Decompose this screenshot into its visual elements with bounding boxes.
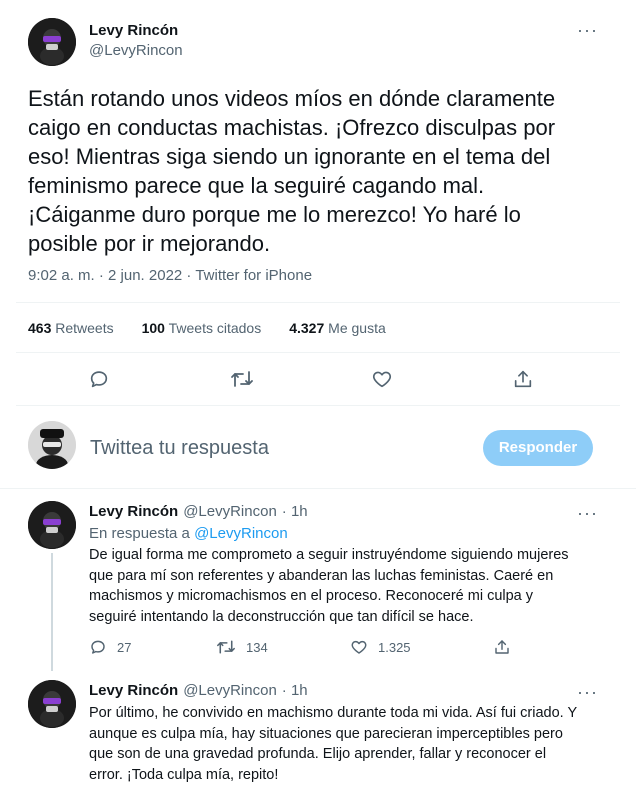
- retweets-label: Retweets: [55, 320, 114, 336]
- retweet-icon[interactable]: [230, 368, 254, 390]
- author-avatar[interactable]: [28, 18, 76, 66]
- reply-author-name[interactable]: Levy Rincón: [89, 503, 178, 520]
- reply-text-line: machismos y micromachismos en el proceso…: [89, 588, 534, 604]
- user-avatar[interactable]: [28, 421, 76, 469]
- tweet-text-line: Están rotando unos videos míos en dónde …: [28, 86, 556, 111]
- share-icon[interactable]: [493, 637, 511, 657]
- reply-count: 27: [117, 639, 132, 655]
- tweet-text-line: ¡Cáiganme duro porque me lo merezco! Yo …: [28, 202, 521, 227]
- quotes-count: 100: [141, 320, 165, 336]
- share-icon[interactable]: [512, 367, 534, 391]
- reply-text-line: aunque es culpa mía, hay situaciones que…: [89, 725, 563, 742]
- reply-header: Levy Rincón @LevyRincon · 1h: [89, 503, 308, 520]
- quotes-label: Tweets citados: [168, 320, 262, 336]
- in-reply-to: En respuesta a @LevyRincon: [89, 525, 288, 542]
- reply-author-name[interactable]: Levy Rincón: [89, 682, 178, 699]
- in-reply-to-handle[interactable]: @LevyRincon: [194, 525, 288, 542]
- reply-text-line: seguiré intentando la deconstrucción que…: [89, 608, 474, 625]
- tweet-text-line: feminismo parece que la seguiré cagando …: [28, 173, 485, 198]
- thread-line: [51, 553, 53, 671]
- tweet-text-line: eso! Mientras siga siendo un ignorante e…: [28, 144, 551, 169]
- likes-stat[interactable]: 4.327 Me gusta: [289, 320, 386, 336]
- reply-text-line: error. ¡Toda culpa mía, repito!: [89, 766, 279, 783]
- reply-text-line: que son de una gravedad profunda. Elijo …: [89, 746, 547, 762]
- reply-icon[interactable]: [88, 368, 110, 390]
- author-handle[interactable]: @LevyRincon: [89, 42, 183, 59]
- author-name[interactable]: Levy Rincón: [89, 22, 178, 39]
- reply-header: Levy Rincón @LevyRincon · 1h: [89, 682, 308, 699]
- reply-time[interactable]: · 1h: [282, 682, 308, 699]
- retweet-icon: [216, 638, 236, 656]
- reply-submit-button[interactable]: Responder: [483, 430, 593, 466]
- divider: [16, 352, 620, 353]
- divider: [16, 302, 620, 303]
- likes-label: Me gusta: [328, 320, 386, 336]
- reply-time[interactable]: · 1h: [282, 503, 308, 520]
- tweet-text-line: caigo en conductas machistas. ¡Ofrezco d…: [28, 115, 556, 140]
- reply-input[interactable]: [90, 433, 450, 463]
- divider: [16, 405, 620, 406]
- reply-text: De igual forma me comprometo a seguir in…: [89, 545, 619, 627]
- like-count: 1.325: [378, 639, 411, 655]
- retweet-action[interactable]: 134: [216, 638, 268, 656]
- divider: [0, 488, 636, 489]
- reply-author-avatar[interactable]: [28, 680, 76, 728]
- more-options-icon[interactable]: ···: [577, 504, 598, 522]
- tweet-text-line: posible por ir mejorando.: [28, 231, 271, 256]
- like-action[interactable]: 1.325: [350, 638, 411, 656]
- reply-icon: [89, 638, 107, 656]
- tweet-meta[interactable]: 9:02 a. m. · 2 jun. 2022 · Twitter for i…: [28, 267, 312, 284]
- retweets-count: 463: [28, 320, 52, 336]
- likes-count: 4.327: [289, 320, 325, 336]
- reply-text-line: Por último, he convivido en machismo dur…: [89, 705, 578, 721]
- like-icon[interactable]: [371, 368, 393, 390]
- in-reply-to-prefix: En respuesta a: [89, 525, 190, 542]
- reply-author-avatar[interactable]: [28, 501, 76, 549]
- reply-text-line: De igual forma me comprometo a seguir in…: [89, 547, 569, 563]
- reply-author-handle[interactable]: @LevyRincon: [183, 503, 277, 520]
- tweet-stats: 463 Retweets 100 Tweets citados 4.327 Me…: [28, 320, 386, 336]
- reply-author-handle[interactable]: @LevyRincon: [183, 682, 277, 699]
- retweets-stat[interactable]: 463 Retweets: [28, 320, 114, 336]
- tweet-text: Están rotando unos videos míos en dónde …: [28, 84, 618, 258]
- more-options-icon[interactable]: ···: [577, 21, 598, 39]
- like-icon: [350, 638, 368, 656]
- quotes-stat[interactable]: 100 Tweets citados: [142, 320, 262, 336]
- reply-action[interactable]: 27: [89, 638, 131, 656]
- reply-text-line: que para mí son referentes y abanderan l…: [89, 567, 554, 584]
- retweet-count: 134: [246, 639, 268, 655]
- reply-text: Por último, he convivido en machismo dur…: [89, 703, 619, 785]
- more-options-icon[interactable]: ···: [577, 683, 598, 701]
